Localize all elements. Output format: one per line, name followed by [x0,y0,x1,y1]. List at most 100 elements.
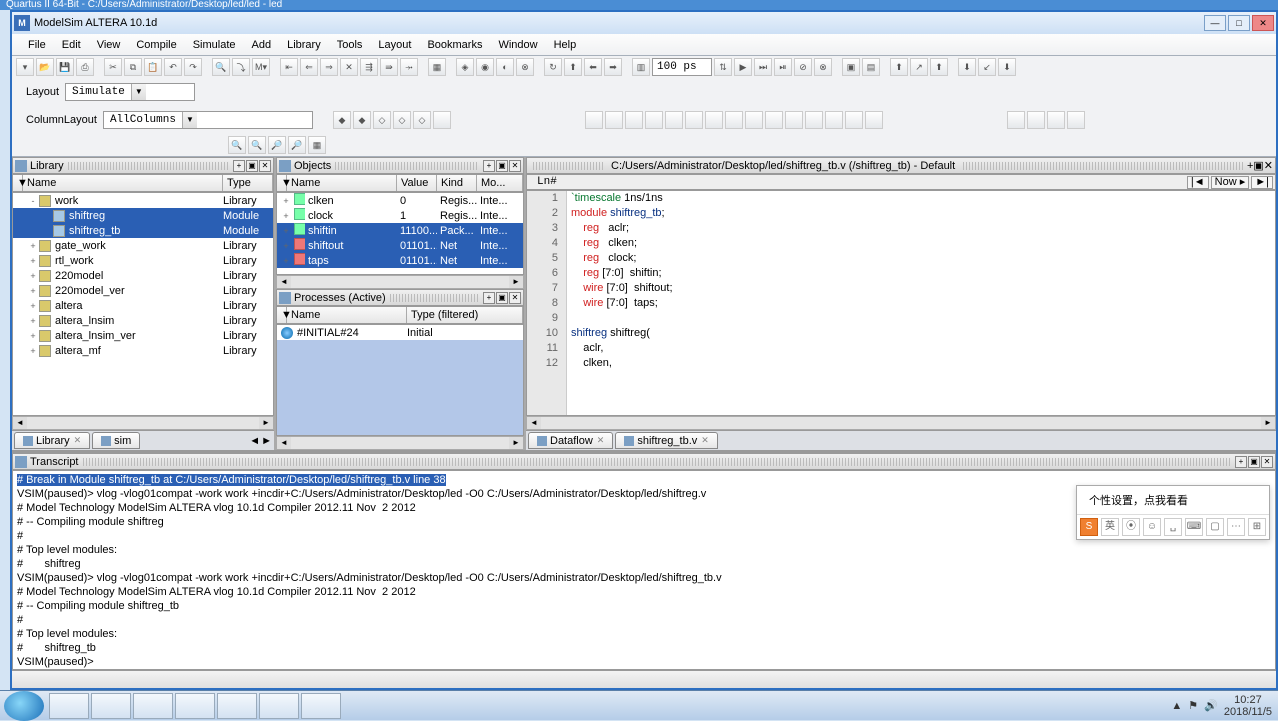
toolbar-button[interactable] [785,111,803,129]
toolbar-button[interactable]: ▥ [632,58,650,76]
nav-next-icon[interactable]: ►| [1251,176,1273,189]
nav-prev-icon[interactable]: |◄ [1187,176,1209,189]
h-scrollbar[interactable] [276,275,524,289]
dock-icon[interactable]: ▣ [1253,159,1263,172]
toolbar-button[interactable]: ⤵ [232,58,250,76]
toolbar-button[interactable]: ↗ [910,58,928,76]
toolbar-button[interactable]: ⤞ [400,58,418,76]
library-row[interactable]: +220model_verLibrary [13,283,273,298]
toolbar-button[interactable]: ⬆ [564,58,582,76]
library-row[interactable]: shiftreg_tbModule [13,223,273,238]
dock-icon[interactable]: ▣ [496,292,508,304]
ime-button[interactable]: S [1080,518,1098,536]
toolbar-button[interactable]: ⇅ [714,58,732,76]
toolbar-button[interactable]: ▦ [428,58,446,76]
start-button[interactable] [4,691,44,721]
editor-body[interactable]: 123456789101112 `timescale 1ns/1nsmodule… [526,190,1276,416]
library-row[interactable]: shiftregModule [13,208,273,223]
dock-icon[interactable]: ▣ [496,160,508,172]
toolbar-button[interactable]: ✂ [104,58,122,76]
col-type[interactable]: Type [223,175,273,191]
toolbar-button[interactable]: 💾 [56,58,74,76]
drag-handle[interactable] [68,162,228,170]
ime-button[interactable]: 英 [1101,518,1119,536]
columnlayout-combo[interactable]: AllColumns ▼ [103,111,313,129]
taskbar-button[interactable] [301,693,341,719]
menu-add[interactable]: Add [246,37,278,53]
library-tree[interactable]: -workLibraryshiftregModuleshiftreg_tbMod… [12,192,274,416]
close-icon[interactable]: ✕ [259,160,271,172]
toolbar-button[interactable] [725,111,743,129]
toolbar-button[interactable]: ⎙ [76,58,94,76]
toolbar-button[interactable]: ⬆ [890,58,908,76]
transcript-header[interactable]: Transcript + ▣ ✕ [12,453,1276,470]
toolbar-button[interactable] [865,111,883,129]
processes-columns[interactable]: ▼ Name Type (filtered) [276,306,524,324]
chevron-down-icon[interactable]: ▼ [131,84,146,100]
h-scrollbar[interactable] [12,416,274,430]
ime-button[interactable]: ▢ [1206,518,1224,536]
ime-tip[interactable]: 个性设置，点我看看 [1077,486,1269,515]
toolbar-button[interactable]: ↙ [978,58,996,76]
taskbar-button[interactable] [259,693,299,719]
ime-button[interactable]: ⊞ [1248,518,1266,536]
toolbar-button[interactable]: ⊘ [794,58,812,76]
library-row[interactable]: +rtl_workLibrary [13,253,273,268]
menu-library[interactable]: Library [281,37,327,53]
ime-button[interactable]: ☺ [1143,518,1161,536]
toolbar-button[interactable] [745,111,763,129]
toolbar-button[interactable]: ▾ [16,58,34,76]
taskbar-button[interactable] [133,693,173,719]
menu-view[interactable]: View [91,37,127,53]
drag-handle[interactable] [533,162,603,170]
taskbar[interactable]: ▲ ⚑ 🔊 10:27 2018/11/5 [0,690,1278,720]
toolbar-button[interactable]: ◆ [353,111,371,129]
menu-compile[interactable]: Compile [130,37,182,53]
toolbar-button[interactable] [585,111,603,129]
toolbar-button[interactable] [1047,111,1065,129]
toolbar-button[interactable]: ◐ [496,58,514,76]
toolbar-button[interactable] [765,111,783,129]
object-row[interactable]: +clken0Regis...Inte... [277,193,523,208]
menu-layout[interactable]: Layout [372,37,417,53]
tray-time[interactable]: 10:27 [1224,694,1272,706]
library-row[interactable]: +altera_mfLibrary [13,343,273,358]
ime-popup[interactable]: 个性设置，点我看看 S英⦿☺␣⌨▢⋯⊞ [1076,485,1270,540]
plus-icon[interactable]: + [1235,456,1247,468]
menu-help[interactable]: Help [548,37,583,53]
toolbar-button[interactable]: ◇ [413,111,431,129]
close-button[interactable]: ✕ [1252,15,1274,31]
plus-icon[interactable]: + [233,160,245,172]
menu-tools[interactable]: Tools [331,37,369,53]
tab-sim[interactable]: sim [92,432,140,449]
toolbar-button[interactable]: ⇤ [280,58,298,76]
layout-combo[interactable]: Simulate ▼ [65,83,195,101]
library-row[interactable]: +gate_workLibrary [13,238,273,253]
tabs-right-icon[interactable]: ► [261,435,272,447]
toolbar-button[interactable] [685,111,703,129]
toolbar-button[interactable]: ⊗ [814,58,832,76]
toolbar-button[interactable] [1027,111,1045,129]
toolbar-button[interactable]: ◆ [333,111,351,129]
toolbar-button[interactable]: ⬇ [958,58,976,76]
menu-simulate[interactable]: Simulate [187,37,242,53]
minimize-button[interactable]: — [1204,15,1226,31]
toolbar-button[interactable] [665,111,683,129]
chevron-down-icon[interactable]: ▼ [182,112,197,128]
toolbar-button[interactable]: ⬅ [584,58,602,76]
toolbar-button[interactable]: ⇶ [360,58,378,76]
library-row[interactable]: +alteraLibrary [13,298,273,313]
drag-handle[interactable] [390,294,478,302]
dock-icon[interactable]: ▣ [246,160,258,172]
h-scrollbar[interactable] [276,436,524,450]
ime-button[interactable]: ⋯ [1227,518,1245,536]
toolbar-button[interactable]: 📂 [36,58,54,76]
nav-now[interactable]: Now ▸ [1211,176,1250,189]
toolbar-button[interactable]: ▦ [308,136,326,154]
toolbar-button[interactable]: ✕ [340,58,358,76]
menu-file[interactable]: File [22,37,52,53]
toolbar-button[interactable]: ◉ [476,58,494,76]
toolbar-button[interactable] [705,111,723,129]
close-icon[interactable]: ✕ [509,292,521,304]
toolbar-button[interactable]: 🔍 [228,136,246,154]
